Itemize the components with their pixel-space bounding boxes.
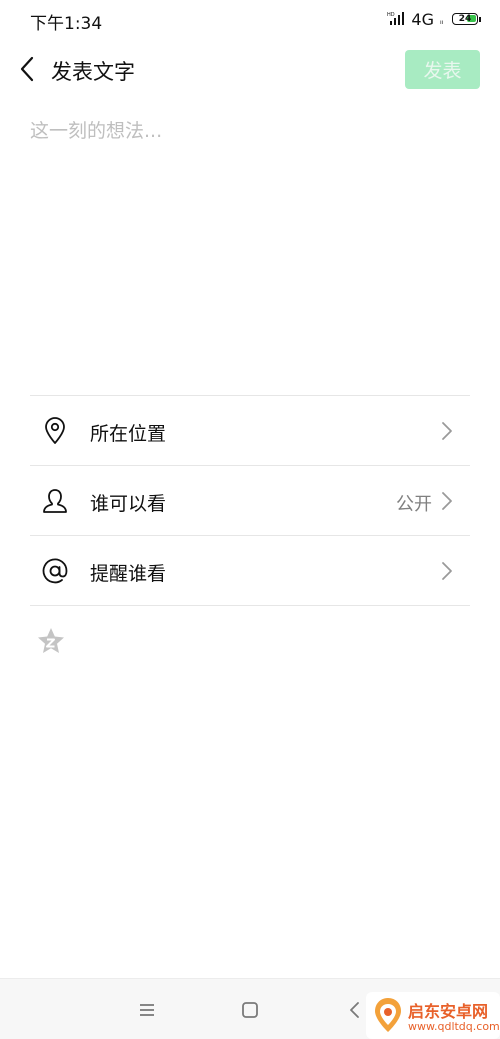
chevron-right-icon <box>442 422 452 440</box>
lte-icon: ıı <box>440 10 446 29</box>
menu-button[interactable] <box>132 995 162 1025</box>
battery-level: 24 <box>458 13 472 24</box>
screen: 下午1:34 HD 4G ıı 24 发表文字 发表 这一刻的想法... 所在位… <box>0 0 500 1039</box>
at-icon <box>40 556 70 586</box>
option-value: 公开 <box>396 494 432 515</box>
publish-button[interactable]: 发表 <box>405 50 480 89</box>
option-label: 提醒谁看 <box>90 563 167 585</box>
person-icon <box>40 486 70 516</box>
option-visibility[interactable]: 谁可以看 公开 <box>30 466 470 536</box>
watermark-url: www.qdltdq.com <box>408 1020 500 1033</box>
watermark-logo <box>375 998 401 1032</box>
battery-nub <box>479 16 481 22</box>
option-label: 所在位置 <box>90 423 167 445</box>
watermark-name: 启东安卓网 <box>408 1002 489 1021</box>
svg-text:ıı: ıı <box>440 19 444 25</box>
page-title: 发表文字 <box>51 60 135 84</box>
compose-textarea[interactable] <box>30 116 470 366</box>
signal-icon: HD <box>387 10 405 29</box>
home-button[interactable] <box>235 995 265 1025</box>
battery-icon: 24 <box>452 13 478 25</box>
header: 发表文字 发表 <box>0 48 500 90</box>
status-indicators: HD 4G ıı 24 <box>387 9 481 29</box>
home-icon <box>242 1002 258 1018</box>
star-icon[interactable] <box>36 626 66 656</box>
menu-icon <box>140 1004 154 1016</box>
svg-text:HD: HD <box>387 12 395 18</box>
back-icon <box>350 1002 359 1018</box>
status-bar: 下午1:34 HD 4G ıı 24 <box>0 0 500 40</box>
back-button[interactable] <box>10 52 44 86</box>
options-list: 所在位置 谁可以看 公开 提醒谁看 <box>30 395 470 606</box>
location-icon <box>40 416 70 446</box>
option-label: 谁可以看 <box>90 493 167 515</box>
option-location[interactable]: 所在位置 <box>30 396 470 466</box>
status-time: 下午1:34 <box>30 14 103 34</box>
chevron-right-icon <box>442 562 452 580</box>
option-mention[interactable]: 提醒谁看 <box>30 536 470 606</box>
chevron-left-icon <box>20 56 34 82</box>
chevron-right-icon <box>442 492 452 510</box>
network-type: 4G <box>411 9 434 29</box>
watermark: 启东安卓网 www.qdltdq.com <box>366 992 500 1039</box>
